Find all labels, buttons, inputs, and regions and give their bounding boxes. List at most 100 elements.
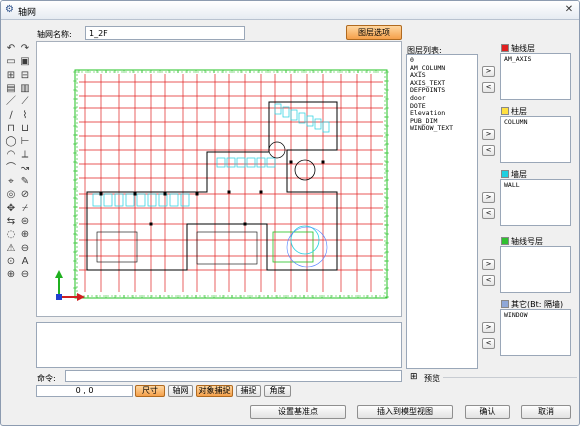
add-icon[interactable]: ⊕: [19, 229, 31, 241]
cancel-button[interactable]: 取消: [521, 405, 571, 419]
target-icon[interactable]: ⌖: [5, 176, 17, 188]
layer2-icon[interactable]: ▥: [19, 83, 31, 95]
move-left-button[interactable]: <: [482, 145, 495, 156]
room: [322, 121, 330, 133]
trim-icon[interactable]: ⌿: [19, 203, 31, 215]
close-icon[interactable]: ✕: [562, 3, 576, 16]
ray-icon[interactable]: ⌇: [19, 110, 31, 122]
room: [298, 112, 306, 124]
dimension-toggle-button[interactable]: 尺寸: [135, 385, 165, 397]
warn-icon[interactable]: ⚠: [5, 243, 17, 255]
layer-list-item[interactable]: WINDOW_TEXT: [410, 125, 474, 133]
pline-icon[interactable]: ⟋: [19, 96, 31, 108]
column: [321, 160, 325, 164]
move-left-button[interactable]: <: [482, 275, 495, 286]
perp-icon[interactable]: ⟂: [19, 149, 31, 161]
floor-plan-drawing: [55, 69, 389, 301]
preview-toggle-icon[interactable]: ⊞: [410, 372, 418, 382]
object-snap-toggle-button[interactable]: 对象捕捉: [196, 385, 233, 397]
zoom-out-icon[interactable]: ⊖: [19, 269, 31, 281]
room: [158, 193, 168, 207]
command-label: 命令:: [37, 374, 56, 383]
table-icon[interactable]: ⊟: [19, 70, 31, 82]
group-layer-item[interactable]: COLUMN: [504, 118, 567, 127]
main-window: ⚙ 轴网 ✕ 轴网名称: 1_2F 图层选项 ↶ ↷ ▭ ▣ ⊞ ⊟ ▤ ▥ ／ ⟋ ∕ ⌇ ⊓ ⊔ ◯ ⊢ ◠…: [0, 0, 580, 426]
room: [147, 193, 157, 207]
save-icon[interactable]: ▣: [19, 56, 31, 68]
insert-to-model-button[interactable]: 插入到模型视图: [357, 405, 453, 419]
move-right-button[interactable]: >: [482, 259, 495, 270]
zoom-in-icon[interactable]: ⊕: [5, 269, 17, 281]
name-label: 轴网名称:: [37, 30, 72, 39]
move-right-button[interactable]: >: [482, 322, 495, 333]
grid-icon[interactable]: ⊞: [5, 70, 17, 82]
group-label-text: 墙层: [511, 170, 527, 179]
axis-toggle-button[interactable]: 轴网: [168, 385, 193, 397]
ucs-origin: [56, 294, 62, 300]
move-icon[interactable]: ✥: [5, 203, 17, 215]
room: [136, 193, 146, 207]
drawing-inner-border: [76, 71, 386, 297]
pencil-icon[interactable]: ✎: [19, 176, 31, 188]
group-layer-list[interactable]: WINDOW: [500, 309, 571, 356]
column: [163, 192, 167, 196]
group-layer-list[interactable]: COLUMN: [500, 116, 571, 163]
move-left-button[interactable]: <: [482, 208, 495, 219]
spline-icon[interactable]: ↝: [19, 163, 31, 175]
redo-icon[interactable]: ↷: [19, 43, 31, 55]
arc-icon[interactable]: ◠: [5, 149, 17, 161]
drawing-canvas[interactable]: [36, 41, 402, 317]
move-left-button[interactable]: <: [482, 338, 495, 349]
undo-icon[interactable]: ↶: [5, 43, 17, 55]
room: [266, 157, 276, 168]
group-layer-item[interactable]: WINDOW: [504, 311, 567, 320]
angle-toggle-button[interactable]: 角度: [264, 385, 291, 397]
app-icon: ⚙: [5, 4, 14, 15]
circle-icon[interactable]: ◯: [5, 136, 17, 148]
room: [92, 193, 102, 207]
column: [243, 222, 247, 226]
room: [274, 103, 282, 115]
xline-icon[interactable]: ∕: [5, 110, 17, 122]
set-base-point-button[interactable]: 设置基准点: [250, 405, 346, 419]
group-layer-item[interactable]: AM_AXIS: [504, 55, 567, 64]
group-layer-list[interactable]: WALL: [500, 179, 571, 226]
line-icon[interactable]: ／: [5, 96, 17, 108]
column: [227, 190, 231, 194]
arc2-icon[interactable]: ⌒: [5, 163, 17, 175]
dim-icon[interactable]: ⊢: [19, 136, 31, 148]
text-icon[interactable]: A: [19, 256, 31, 268]
ring-icon[interactable]: ◎: [5, 189, 17, 201]
group-layer-list[interactable]: AM_AXIS: [500, 53, 571, 100]
ucs-y-arrow: [55, 270, 63, 278]
ellipse-icon[interactable]: ⊜: [19, 216, 31, 228]
room: [196, 231, 258, 265]
group-layer-list[interactable]: [500, 246, 571, 293]
move-right-button[interactable]: >: [482, 129, 495, 140]
column: [195, 192, 199, 196]
bracket-icon[interactable]: ⊔: [19, 123, 31, 135]
no-icon[interactable]: ⊘: [19, 189, 31, 201]
command-input[interactable]: [65, 370, 402, 382]
rect-open-icon[interactable]: ⊓: [5, 123, 17, 135]
column: [133, 192, 137, 196]
stair-circle: [294, 159, 316, 181]
dot-icon[interactable]: ⊙: [5, 256, 17, 268]
layer-list[interactable]: 0 AM_COLUMN AXIS AXIS_TEXT DEFPOINTS door DOTE…: [406, 54, 478, 369]
name-input[interactable]: 1_2F: [85, 26, 245, 40]
layer-icon[interactable]: ▤: [5, 83, 17, 95]
mirror-icon[interactable]: ⇆: [5, 216, 17, 228]
move-left-button[interactable]: <: [482, 82, 495, 93]
group-label-text: 轴线号层: [511, 237, 543, 246]
move-right-button[interactable]: >: [482, 192, 495, 203]
move-right-button[interactable]: >: [482, 66, 495, 77]
group-layer-item[interactable]: WALL: [504, 181, 567, 190]
ok-button[interactable]: 确认: [465, 405, 510, 419]
donut-icon[interactable]: ◌: [5, 229, 17, 241]
snap-toggle-button[interactable]: 捕捉: [236, 385, 261, 397]
layer-options-button[interactable]: 图层选项: [346, 25, 402, 40]
new-icon[interactable]: ▭: [5, 56, 17, 68]
command-output: [36, 322, 402, 368]
room: [236, 157, 246, 168]
zoom-icon[interactable]: ⊖: [19, 243, 31, 255]
